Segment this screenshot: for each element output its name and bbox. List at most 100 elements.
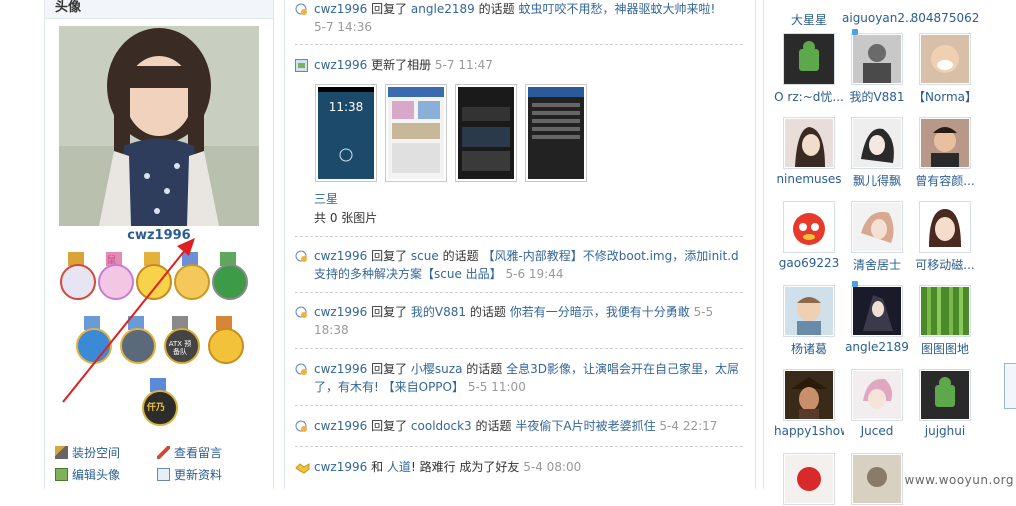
friend-name[interactable]: ninemuses <box>774 172 844 186</box>
friend-avatar[interactable] <box>783 33 835 85</box>
activity-feed: cwz1996 回复了 angle2189 的话题 蚊虫叮咬不用愁，神器驱蚊大帅… <box>284 0 756 489</box>
action-text: 回复了 <box>371 2 408 16</box>
friend-item[interactable]: ninemuses <box>774 117 844 186</box>
update-profile-link[interactable]: 更新资料 <box>157 466 222 483</box>
album-photo-thumbnail[interactable] <box>525 84 587 182</box>
view-messages-link[interactable]: 查看留言 <box>157 444 222 461</box>
friend-avatar[interactable] <box>783 201 835 253</box>
friend-name[interactable]: 【Norma】 <box>910 88 980 105</box>
medal-shield-icon[interactable] <box>209 252 248 304</box>
friend-avatar[interactable] <box>783 369 835 421</box>
friend-item[interactable]: 我的V881 <box>842 29 912 105</box>
friend-avatar[interactable] <box>919 201 971 253</box>
friend-name[interactable]: 我的V881 <box>842 88 912 105</box>
user-link[interactable]: cwz1996 <box>314 2 367 16</box>
friend-item[interactable]: 杨诸葛 <box>774 285 844 357</box>
friend-avatar[interactable] <box>851 369 903 421</box>
friend-item[interactable]: angle2189 <box>842 281 912 354</box>
user-link[interactable]: cwz1996 <box>314 58 367 72</box>
friend-name[interactable]: 可移动磁... <box>910 256 980 273</box>
user-link[interactable]: cwz1996 <box>314 362 367 376</box>
album-photo-thumbnail[interactable] <box>455 84 517 182</box>
friend-item[interactable]: 图图图地 <box>910 285 980 357</box>
target-user-link[interactable]: 小樱suza <box>411 362 463 376</box>
friend-name[interactable]: 图图图地 <box>910 340 980 357</box>
friend-avatar[interactable] <box>851 201 903 253</box>
friend-avatar[interactable] <box>851 285 903 337</box>
watermark: www.wooyun.org <box>904 473 1014 487</box>
friend-item[interactable] <box>842 453 912 505</box>
friend-item[interactable]: 可移动磁... <box>910 201 980 273</box>
target-user-link[interactable]: angle2189 <box>411 2 475 16</box>
user-link[interactable]: cwz1996 <box>314 419 367 433</box>
topic-link[interactable]: 你若有一分暗示，我便有十分勇敢 <box>510 305 690 319</box>
friend-name[interactable]: Juced <box>842 424 912 438</box>
user-link[interactable]: cwz1996 <box>314 460 367 474</box>
avatar[interactable] <box>59 26 259 226</box>
friend-item[interactable]: gao69223 <box>774 201 844 270</box>
friend-item[interactable]: 飘儿得飘 <box>842 117 912 189</box>
friend-name[interactable]: 大星星 <box>774 11 844 28</box>
friend-item[interactable]: O rz:~d忧... <box>774 33 844 105</box>
friend-item[interactable] <box>774 453 844 505</box>
friend-name[interactable]: angle2189 <box>842 340 912 354</box>
friend-item[interactable]: Juced <box>842 369 912 438</box>
friend-name[interactable]: jujghui <box>910 424 980 438</box>
friend-name[interactable]: 曾有容颜... <box>910 172 980 189</box>
friend-name[interactable]: O rz:~d忧... <box>774 88 844 105</box>
feed-item: cwz1996 回复了 angle2189 的话题 蚊虫叮咬不用愁，神器驱蚊大帅… <box>295 0 743 36</box>
friend-avatar[interactable] <box>919 117 971 169</box>
pencil-icon <box>157 446 170 459</box>
friend-name[interactable]: gao69223 <box>774 256 844 270</box>
friend-item[interactable]: jujghui <box>910 369 980 438</box>
image-icon <box>55 468 68 481</box>
friend-item[interactable]: 【Norma】 <box>910 33 980 105</box>
mid-text: 的话题 <box>442 249 479 263</box>
divider <box>295 44 743 45</box>
friend-item[interactable]: 大星星 <box>774 8 844 28</box>
user-link[interactable]: cwz1996 <box>314 249 367 263</box>
friend-name[interactable]: 804875062 <box>910 11 980 25</box>
friend-avatar[interactable] <box>919 33 971 85</box>
target-user-link[interactable]: 人道 <box>387 460 411 474</box>
friend-avatar[interactable] <box>919 285 971 337</box>
user-link[interactable]: cwz1996 <box>314 305 367 319</box>
dress-up-link[interactable]: 装扮空间 <box>55 444 120 461</box>
friend-name[interactable]: 飘儿得飘 <box>842 172 912 189</box>
topic-link[interactable]: 蚊虫叮咬不用愁，神器驱蚊大帅来啦! <box>518 2 715 16</box>
album-icon <box>295 59 308 72</box>
feed-item: cwz1996 回复了 cooldock3 的话题 半夜偷下A片时被老婆抓住 5… <box>295 417 743 435</box>
friend-item[interactable]: 曾有容颜... <box>910 117 980 189</box>
medal-star-icon[interactable] <box>205 316 244 368</box>
friend-avatar[interactable] <box>783 117 835 169</box>
friend-avatar[interactable] <box>851 33 903 85</box>
lockscreen-clock: 11:38 <box>329 100 364 114</box>
target-user-link[interactable]: 我的V881 <box>411 305 466 319</box>
friend-name[interactable]: aiguoyan2... <box>842 11 912 25</box>
feed-item: cwz1996 和 人道! 路难行 成为了好友 5-4 08:00 <box>295 458 743 476</box>
edit-avatar-link[interactable]: 编辑头像 <box>55 466 120 483</box>
friend-item[interactable]: aiguoyan2... <box>842 8 912 25</box>
action-text: 回复了 <box>371 305 408 319</box>
friend-item[interactable]: 清舍居士 <box>842 201 912 273</box>
side-scroll-tab[interactable] <box>1004 363 1016 409</box>
feed-item: cwz1996 回复了 我的V881 的话题 你若有一分暗示，我便有十分勇敢 5… <box>295 303 743 339</box>
friend-name[interactable]: 杨诸葛 <box>774 340 844 357</box>
friend-item[interactable]: happy1show <box>774 369 844 438</box>
friend-avatar[interactable] <box>851 453 903 505</box>
friend-avatar[interactable] <box>919 369 971 421</box>
friend-avatar[interactable] <box>783 285 835 337</box>
action-text: 回复了 <box>371 249 408 263</box>
friend-avatar[interactable] <box>851 117 903 169</box>
friend-name[interactable]: 清舍居士 <box>842 256 912 273</box>
topic-link[interactable]: 半夜偷下A片时被老婆抓住 <box>515 419 655 433</box>
album-photo-thumbnail[interactable]: 11:38 <box>315 84 377 182</box>
album-title-link[interactable]: 三星 <box>314 190 338 207</box>
target-user-link[interactable]: scue <box>411 249 439 263</box>
friend-item[interactable]: 804875062 <box>910 8 980 25</box>
friend-name[interactable]: happy1show <box>774 424 844 438</box>
target-user-link[interactable]: cooldock3 <box>411 419 472 433</box>
album-photo-thumbnail[interactable] <box>385 84 447 182</box>
reply-icon <box>295 363 308 376</box>
friend-avatar[interactable] <box>783 453 835 505</box>
